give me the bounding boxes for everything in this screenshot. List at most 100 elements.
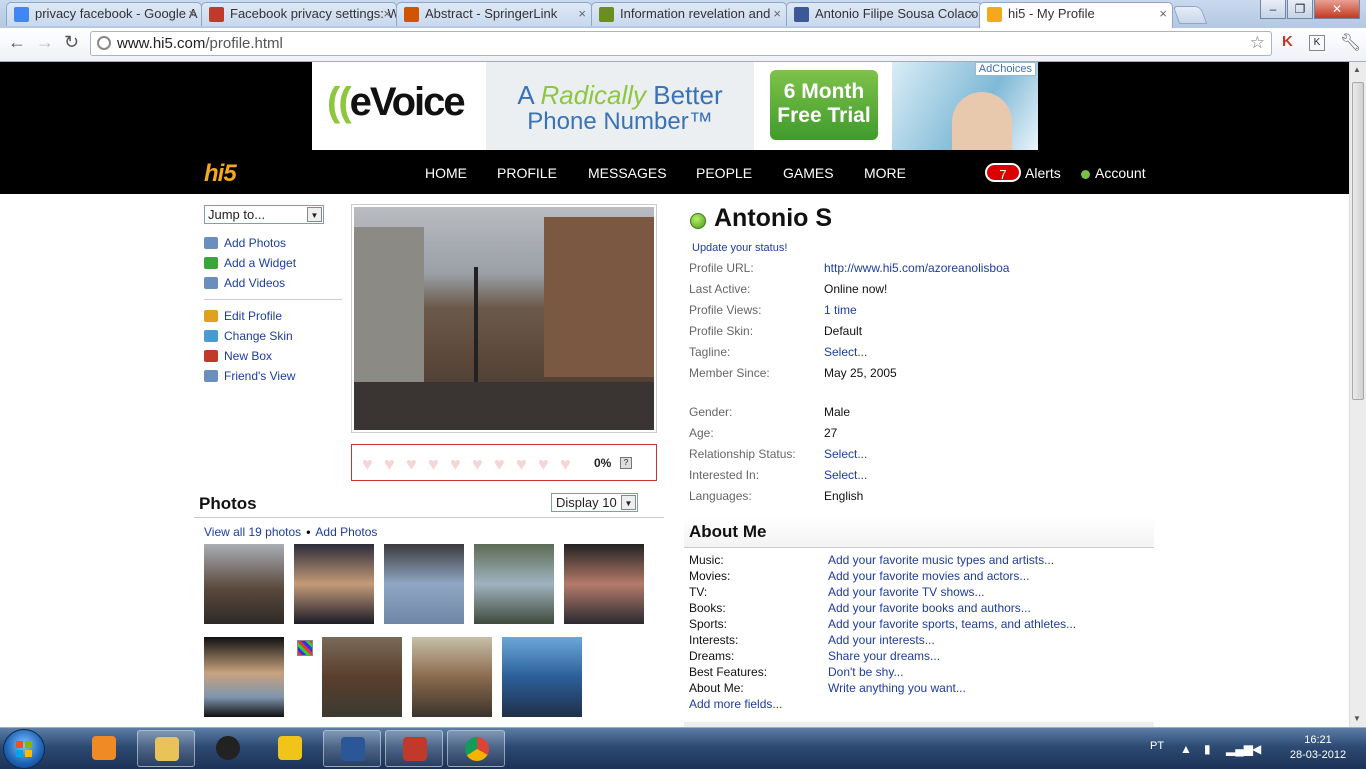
close-tab-icon[interactable]: ×: [968, 3, 976, 25]
about-dreams-link[interactable]: Share your dreams...: [828, 649, 940, 663]
about-best-features-link[interactable]: Don't be shy...: [828, 665, 903, 679]
heart-icon[interactable]: ♥: [494, 454, 505, 475]
display-count-select[interactable]: Display 10 ▼: [551, 493, 638, 512]
alerts-link[interactable]: Alerts: [1025, 165, 1061, 181]
browser-tab[interactable]: Facebook privacy settings: W ×: [201, 2, 397, 26]
heart-icon[interactable]: ♥: [538, 454, 549, 475]
about-interests-link[interactable]: Add your interests...: [828, 633, 935, 647]
start-button[interactable]: [3, 729, 45, 769]
minimize-button[interactable]: –: [1260, 0, 1286, 19]
scrollbar-thumb[interactable]: [1352, 82, 1364, 400]
taskbar-chrome[interactable]: [447, 730, 505, 767]
close-tab-icon[interactable]: ×: [773, 3, 781, 25]
clock[interactable]: 16:21 28-03-2012: [1282, 733, 1354, 763]
ad-cta-button[interactable]: 6 Month Free Trial: [770, 70, 878, 140]
alerts-count-badge[interactable]: 7: [985, 163, 1021, 182]
close-tab-icon[interactable]: ×: [1159, 3, 1167, 25]
browser-tab-active[interactable]: hi5 - My Profile ×: [979, 2, 1173, 28]
kaspersky-icon[interactable]: K: [1282, 33, 1293, 50]
signal-icon[interactable]: ▂▄▆: [1226, 742, 1253, 756]
taskbar-media-player[interactable]: [75, 730, 133, 767]
volume-icon[interactable]: ◀︎: [1252, 742, 1261, 756]
taskbar-hp[interactable]: [199, 730, 257, 767]
back-icon[interactable]: ←: [8, 32, 26, 53]
nav-messages[interactable]: MESSAGES: [588, 165, 667, 181]
browser-tab[interactable]: privacy facebook - Google A ×: [6, 2, 202, 26]
relationship-select-link[interactable]: Select...: [824, 447, 867, 461]
photo-thumbnail[interactable]: [204, 544, 284, 624]
taskbar-pdf[interactable]: [385, 730, 443, 767]
taskbar-tools[interactable]: [261, 730, 319, 767]
extension-icon[interactable]: K: [1309, 35, 1325, 51]
photo-thumbnail[interactable]: [474, 544, 554, 624]
account-link[interactable]: Account: [1095, 165, 1146, 181]
nav-more[interactable]: MORE: [864, 165, 906, 181]
browser-tab[interactable]: Antonio Filipe Sousa Colaco ×: [786, 2, 982, 26]
tagline-select-link[interactable]: Select...: [824, 345, 867, 359]
adchoices-badge[interactable]: AdChoices: [974, 62, 1036, 76]
help-icon[interactable]: ?: [620, 457, 632, 469]
update-status-link[interactable]: Update your status!: [692, 242, 787, 254]
jump-to-select[interactable]: Jump to... ▼: [204, 205, 324, 224]
add-photos-link[interactable]: Add Photos: [315, 525, 377, 539]
about-sports-link[interactable]: Add your favorite sports, teams, and ath…: [828, 617, 1076, 631]
close-window-button[interactable]: ✕: [1314, 0, 1360, 19]
close-tab-icon[interactable]: ×: [578, 3, 586, 25]
heart-icon[interactable]: ♥: [384, 454, 395, 475]
heart-icon[interactable]: ♥: [472, 454, 483, 475]
field-label: Gender:: [689, 405, 733, 419]
photo-thumbnail[interactable]: [294, 544, 374, 624]
interested-in-select-link[interactable]: Select...: [824, 468, 867, 482]
about-books-link[interactable]: Add your favorite books and authors...: [828, 601, 1031, 615]
language-indicator[interactable]: PT: [1150, 740, 1164, 752]
add-more-fields-link[interactable]: Add more fields...: [689, 697, 782, 711]
photo-thumbnail[interactable]: [502, 637, 582, 717]
photo-thumbnail[interactable]: [322, 637, 402, 717]
browser-tab[interactable]: Information revelation and ×: [591, 2, 787, 26]
heart-icon[interactable]: ♥: [516, 454, 527, 475]
about-label: Books:: [689, 601, 726, 615]
address-bar[interactable]: www.hi5.com/profile.html ☆: [90, 31, 1272, 56]
heart-icon[interactable]: ♥: [406, 454, 417, 475]
advertisement-banner[interactable]: ((eVoice A Radically Better Phone Number…: [312, 62, 1038, 150]
taskbar-word[interactable]: [323, 730, 381, 767]
reload-icon[interactable]: ↻: [64, 32, 79, 53]
battery-icon[interactable]: ▮: [1204, 742, 1211, 756]
url-text[interactable]: www.hi5.com/profile.html: [117, 35, 283, 52]
wrench-menu-icon[interactable]: 🔧︎: [1340, 33, 1362, 53]
heart-icon[interactable]: ♥: [450, 454, 461, 475]
profile-url-link[interactable]: http://www.hi5.com/azoreanolisboa: [824, 261, 1009, 275]
browser-tab[interactable]: Abstract - SpringerLink ×: [396, 2, 592, 26]
profile-photo[interactable]: [351, 204, 657, 433]
profile-views-link[interactable]: 1 time: [824, 303, 857, 317]
photo-thumbnail[interactable]: [204, 637, 284, 717]
photo-thumbnail[interactable]: [384, 544, 464, 624]
nav-games[interactable]: GAMES: [783, 165, 834, 181]
forward-icon[interactable]: →: [36, 32, 54, 53]
about-music-link[interactable]: Add your favorite music types and artist…: [828, 553, 1054, 567]
heart-icon[interactable]: ♥: [560, 454, 571, 475]
bookmark-star-icon[interactable]: ☆: [1250, 33, 1265, 53]
about-movies-link[interactable]: Add your favorite movies and actors...: [828, 569, 1029, 583]
scroll-down-icon[interactable]: ▼: [1353, 714, 1361, 723]
maximize-button[interactable]: ❐: [1287, 0, 1313, 19]
site-nav-bar: hi5 HOME PROFILE MESSAGES PEOPLE GAMES M…: [0, 150, 1349, 194]
close-tab-icon[interactable]: ×: [188, 3, 196, 25]
scroll-up-icon[interactable]: ▲: [1353, 65, 1361, 74]
about-me-link[interactable]: Write anything you want...: [828, 681, 966, 695]
about-tv-link[interactable]: Add your favorite TV shows...: [828, 585, 985, 599]
nav-home[interactable]: HOME: [425, 165, 467, 181]
photo-thumbnail[interactable]: [412, 637, 492, 717]
close-tab-icon[interactable]: ×: [383, 3, 391, 25]
hi5-logo[interactable]: hi5: [204, 160, 237, 188]
view-all-photos-link[interactable]: View all 19 photos: [204, 525, 301, 539]
photo-thumbnail[interactable]: [564, 544, 644, 624]
new-tab-button[interactable]: [1172, 6, 1208, 24]
nav-people[interactable]: PEOPLE: [696, 165, 752, 181]
heart-icon[interactable]: ♥: [428, 454, 439, 475]
taskbar-explorer[interactable]: [137, 730, 195, 767]
show-hidden-icons-icon[interactable]: ▲: [1180, 742, 1192, 756]
vertical-scrollbar[interactable]: ▲ ▼: [1349, 62, 1366, 727]
nav-profile[interactable]: PROFILE: [497, 165, 557, 181]
heart-icon[interactable]: ♥: [362, 454, 373, 475]
